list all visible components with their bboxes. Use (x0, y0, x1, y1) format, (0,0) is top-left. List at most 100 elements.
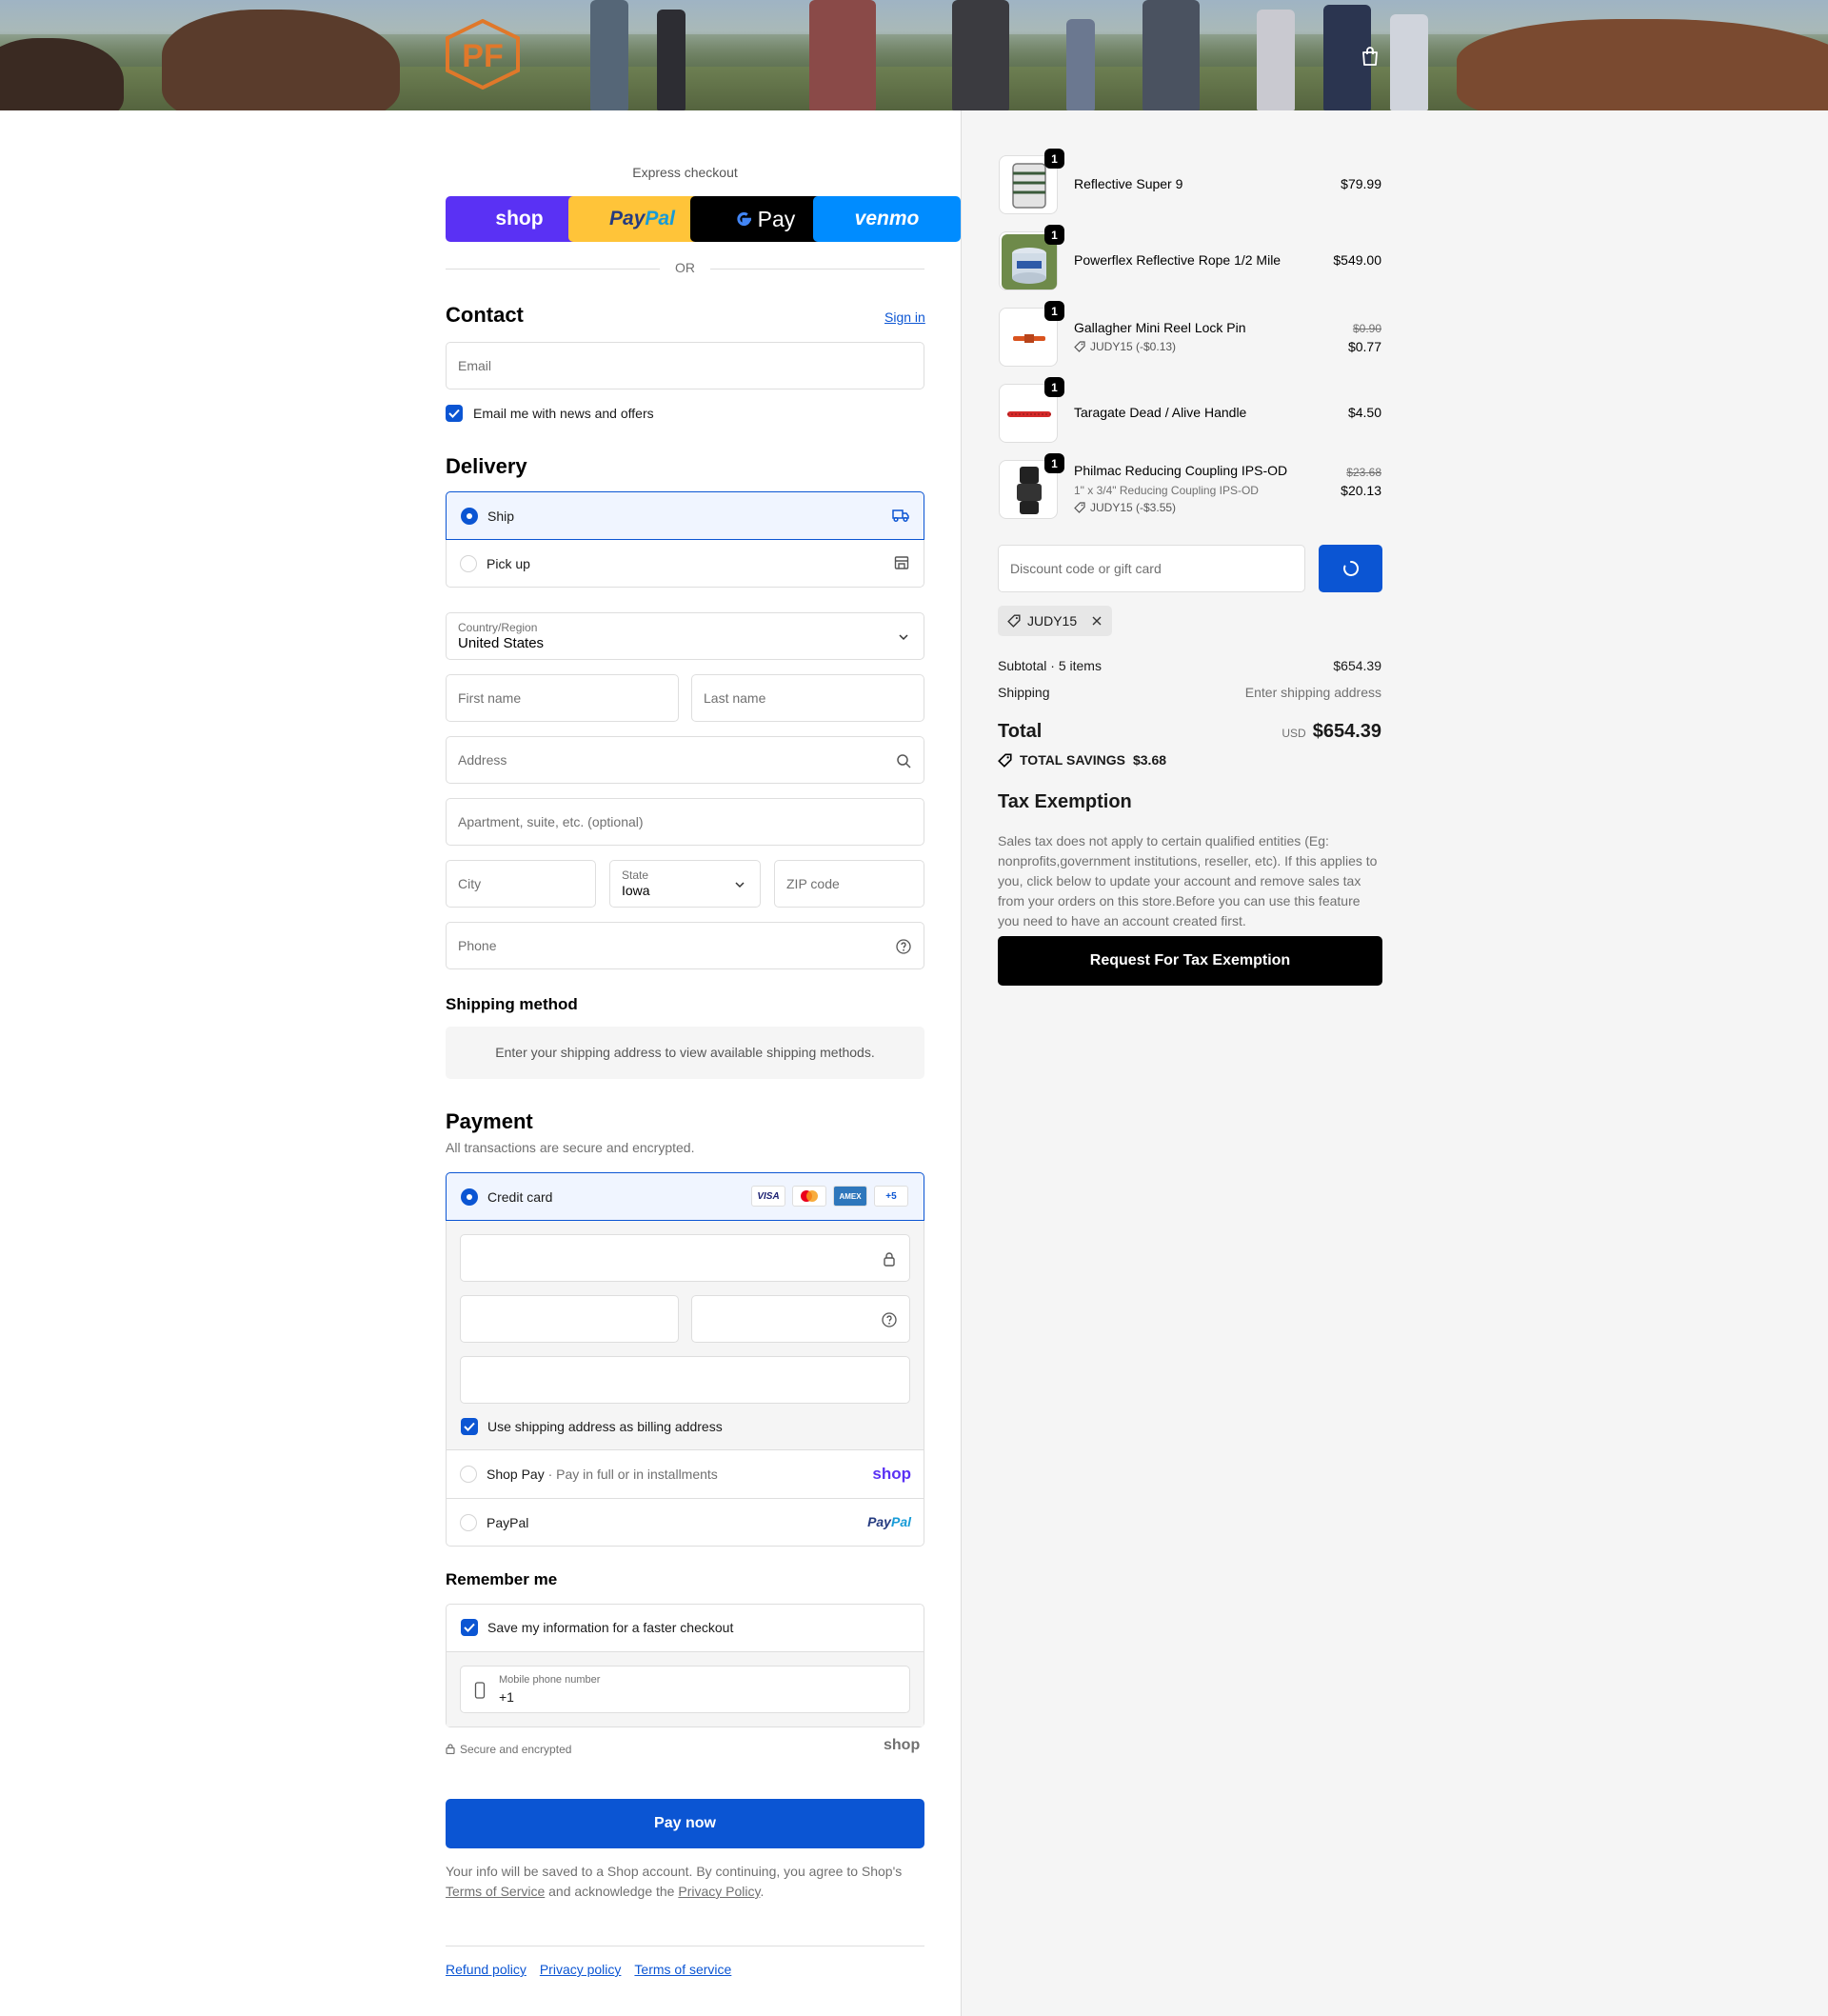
city-placeholder: City (458, 876, 482, 891)
state-select[interactable]: State Iowa (609, 860, 761, 908)
paypal-logo-pay: Pay (609, 208, 646, 230)
search-icon (897, 754, 911, 768)
help-circle-icon[interactable] (881, 1311, 898, 1328)
item-price: $79.99 (1341, 176, 1381, 191)
cart-button[interactable] (1356, 42, 1384, 70)
applied-discount-chip: JUDY15 (998, 606, 1113, 636)
email-field[interactable]: Email (446, 342, 924, 389)
tax-exemption-text: Sales tax does not apply to certain qual… (998, 833, 1378, 928)
shipping-value: Enter shipping address (1244, 685, 1381, 700)
item-quantity-badge: 1 (1044, 301, 1064, 321)
billing-address-label: Use shipping address as billing address (487, 1419, 723, 1434)
item-thumbnail: 1 (999, 225, 1064, 290)
terms-of-service-footer-link[interactable]: Terms of service (634, 1962, 731, 1977)
card-number-field[interactable] (460, 1234, 910, 1282)
banner-person (1257, 10, 1295, 110)
more-cards-badge[interactable]: +5 (874, 1186, 908, 1207)
billing-address-checkbox[interactable] (461, 1418, 478, 1435)
item-discount-code: JUDY15 (-$3.55) (1090, 501, 1177, 514)
item-discount: JUDY15 (-$0.13) (1074, 340, 1176, 353)
privacy-policy-footer-link[interactable]: Privacy policy (540, 1962, 622, 1977)
total-amount: USD $654.39 (1282, 721, 1381, 743)
mastercard-logo (792, 1186, 826, 1207)
email-news-label: Email me with news and offers (473, 406, 654, 421)
apartment-field[interactable]: Apartment, suite, etc. (optional) (446, 798, 924, 846)
order-summary-panel (961, 110, 1828, 2016)
paypal-logo-pay: Pay (867, 1514, 891, 1529)
email-news-checkbox[interactable] (446, 405, 463, 422)
delivery-option-ship[interactable]: Ship (446, 491, 924, 540)
mobile-phone-field[interactable]: Mobile phone number +1 (460, 1666, 910, 1713)
google-g-icon (737, 211, 751, 227)
payment-heading: Payment (446, 1109, 533, 1133)
tag-icon (1007, 614, 1021, 628)
save-info-checkbox[interactable] (461, 1619, 478, 1636)
banner-cow (162, 10, 400, 110)
help-circle-icon[interactable] (895, 938, 912, 955)
first-name-field[interactable]: First name (446, 674, 679, 722)
total-savings: TOTAL SAVINGS $3.68 (998, 752, 1166, 768)
banner-person (809, 0, 876, 110)
venmo-express-button[interactable]: venmo (813, 196, 961, 242)
item-name: Reflective Super 9 (1074, 176, 1183, 191)
city-field[interactable]: City (446, 860, 596, 908)
venmo-logo: venmo (854, 208, 920, 230)
sign-in-link[interactable]: Sign in (884, 309, 925, 325)
apartment-placeholder: Apartment, suite, etc. (optional) (458, 814, 644, 829)
terms-of-service-link[interactable]: Terms of Service (446, 1884, 545, 1899)
item-price: $549.00 (1333, 252, 1381, 268)
payment-option-shop-pay[interactable]: Shop Pay · Pay in full or in installment… (446, 1450, 924, 1498)
shipping-method-notice-text: Enter your shipping address to view avai… (495, 1045, 875, 1060)
discount-code-field[interactable]: Discount code or gift card (998, 545, 1305, 592)
last-name-field[interactable]: Last name (691, 674, 924, 722)
amex-logo: AMEX (833, 1186, 867, 1207)
country-select[interactable]: Country/Region United States (446, 612, 924, 660)
paypal-logo-pal: Pal (645, 208, 675, 230)
item-name: Powerflex Reflective Rope 1/2 Mile (1074, 252, 1282, 268)
credit-card-radio[interactable] (461, 1188, 478, 1206)
tag-icon (998, 752, 1012, 768)
ship-radio[interactable] (461, 508, 478, 525)
shipping-method-notice: Enter your shipping address to view avai… (446, 1027, 924, 1079)
mobile-phone-icon (474, 1682, 486, 1699)
address-field[interactable]: Address (446, 736, 924, 784)
state-value: Iowa (622, 883, 650, 898)
refund-policy-link[interactable]: Refund policy (446, 1962, 527, 1977)
item-thumbnail: 1 (999, 377, 1064, 443)
zip-field[interactable]: ZIP code (774, 860, 924, 908)
pickup-radio[interactable] (460, 555, 477, 572)
ship-label: Ship (487, 509, 515, 524)
banner-person (952, 0, 1009, 110)
shop-logo: shop (495, 208, 544, 230)
paypal-label: PayPal (487, 1515, 529, 1530)
payment-option-paypal[interactable]: PayPal PayPal (446, 1499, 924, 1547)
country-value: United States (458, 635, 545, 651)
state-label: State (622, 868, 649, 882)
total-savings-value: $3.68 (1132, 752, 1167, 768)
close-icon[interactable] (1091, 615, 1103, 627)
banner-cow (1457, 19, 1828, 110)
legal-line1: Your info will be saved to a Shop accoun… (446, 1864, 903, 1879)
card-expiry-field[interactable] (460, 1295, 679, 1343)
tax-exemption-button[interactable]: Request For Tax Exemption (998, 936, 1382, 986)
checkmark-icon (448, 409, 460, 418)
shop-pay-radio[interactable] (460, 1466, 477, 1483)
tax-exemption-heading: Tax Exemption (998, 791, 1132, 812)
total-currency: USD (1282, 727, 1306, 740)
item-name: Taragate Dead / Alive Handle (1074, 405, 1247, 420)
item-original-price: $23.68 (1346, 466, 1381, 479)
item-quantity-badge: 1 (1044, 225, 1064, 245)
item-discount: JUDY15 (-$3.55) (1074, 501, 1176, 514)
store-logo[interactable]: PF (444, 19, 522, 90)
phone-field[interactable]: Phone (446, 922, 924, 969)
banner-person (1066, 19, 1095, 110)
card-name-field[interactable] (460, 1356, 910, 1404)
paypal-radio[interactable] (460, 1514, 477, 1531)
delivery-option-pickup[interactable]: Pick up (446, 540, 924, 588)
banner-person (657, 10, 686, 110)
privacy-policy-link[interactable]: Privacy Policy (678, 1884, 760, 1899)
store-icon (894, 556, 909, 569)
card-cvv-field[interactable] (691, 1295, 910, 1343)
apply-discount-button[interactable] (1319, 545, 1382, 592)
pay-now-button[interactable]: Pay now (446, 1799, 924, 1848)
